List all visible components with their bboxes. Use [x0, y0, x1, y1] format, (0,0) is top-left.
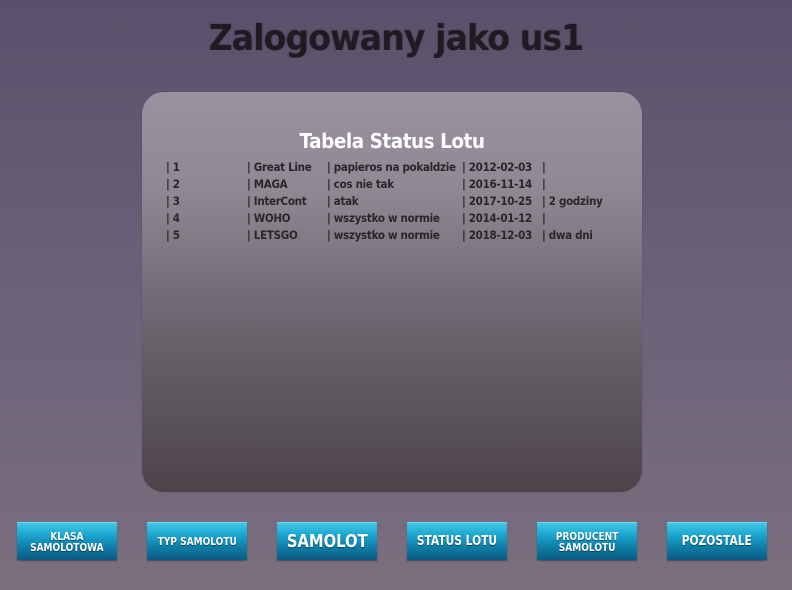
panel-title: Tabela Status Lotu: [299, 129, 485, 153]
typ-samolotu-button[interactable]: TYP SAMOLOTU: [147, 522, 247, 560]
row-status: | wszystko w normie: [327, 228, 440, 242]
row-delay: |: [542, 177, 546, 191]
row-delay: |: [542, 211, 546, 225]
row-company: | WOHO: [247, 211, 291, 225]
row-id: | 4: [166, 211, 180, 225]
row-date: | 2018-12-03: [462, 228, 532, 242]
klasa-samolotowa-button[interactable]: KLASA SAMOLOTOWA: [17, 522, 117, 560]
row-status: | atak: [327, 194, 359, 208]
status-panel: Tabela Status Lotu | 1 | Great Line | pa…: [142, 92, 642, 492]
pozostale-button[interactable]: POZOSTALE: [667, 522, 767, 560]
page-title: Zalogowany jako us1: [208, 18, 584, 59]
status-lotu-button[interactable]: STATUS LOTU: [407, 522, 507, 560]
row-id: | 5: [166, 228, 180, 242]
row-date: | 2016-11-14: [462, 177, 532, 191]
row-company: | InterCont: [247, 194, 307, 208]
row-id: | 2: [166, 177, 180, 191]
row-company: | Great Line: [247, 160, 312, 174]
klasa-samolotowa-label: KLASA SAMOLOTOWA: [30, 529, 104, 554]
row-status: | cos nie tak: [327, 177, 394, 191]
row-id: | 3: [166, 194, 180, 208]
samolot-label: SAMOLOT: [286, 530, 368, 552]
row-status: | wszystko w normie: [327, 211, 440, 225]
row-id: | 1: [166, 160, 180, 174]
samolot-button[interactable]: SAMOLOT: [277, 522, 377, 560]
row-company: | MAGA: [247, 177, 288, 191]
status-lotu-label: STATUS LOTU: [416, 533, 498, 549]
row-date: | 2014-01-12: [462, 211, 532, 225]
row-company: | LETSGO: [247, 228, 298, 242]
row-delay: | 2 godziny: [542, 194, 603, 208]
row-date: | 2012-02-03: [462, 160, 532, 174]
row-date: | 2017-10-25: [462, 194, 532, 208]
typ-samolotu-label: TYP SAMOLOTU: [157, 535, 237, 548]
nav-buttons: KLASA SAMOLOTOWA TYP SAMOLOTU SAMOLOT ST…: [0, 522, 792, 562]
producent-samolotu-button[interactable]: PRODUCENT SAMOLOTU: [537, 522, 637, 560]
row-delay: |: [542, 160, 546, 174]
producent-samolotu-label: PRODUCENT SAMOLOTU: [555, 529, 619, 554]
row-status: | papieros na pokaldzie: [327, 160, 456, 174]
row-delay: | dwa dni: [542, 228, 593, 242]
pozostale-label: POZOSTALE: [681, 533, 753, 549]
